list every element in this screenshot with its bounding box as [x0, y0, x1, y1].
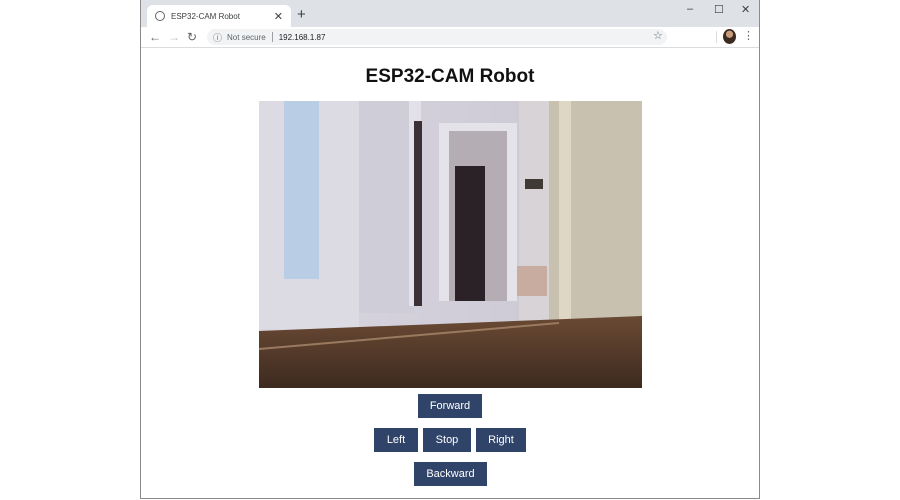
camera-stream: [259, 101, 642, 388]
page-title: ESP32-CAM Robot: [365, 66, 535, 87]
forward-icon[interactable]: →: [168, 29, 180, 45]
back-icon[interactable]: ←: [149, 29, 161, 45]
tab-close-icon[interactable]: ✕: [274, 10, 283, 23]
backward-button[interactable]: Backward: [414, 462, 487, 486]
browser-window: ESP32-CAM Robot ✕ + – ☐ ✕ ← → ↻ ⓘ Not se…: [140, 0, 760, 499]
reload-icon[interactable]: ↻: [187, 29, 197, 45]
maximize-button[interactable]: ☐: [714, 3, 724, 16]
browser-tab[interactable]: ESP32-CAM Robot ✕: [147, 5, 291, 27]
bookmark-star-icon[interactable]: ☆: [653, 29, 663, 42]
minimize-button[interactable]: –: [687, 3, 693, 15]
menu-icon[interactable]: ⋮: [743, 29, 754, 42]
url-text[interactable]: 192.168.1.87: [279, 33, 326, 42]
camera-image: [259, 101, 642, 388]
globe-icon: [155, 11, 165, 21]
toolbar-separator: [716, 31, 717, 43]
tab-title: ESP32-CAM Robot: [171, 11, 240, 21]
new-tab-button[interactable]: +: [297, 6, 306, 24]
browser-toolbar: ← → ↻ ⓘ Not secure 192.168.1.87: [141, 27, 759, 48]
security-label: Not secure: [227, 32, 266, 42]
address-bar[interactable]: ⓘ Not secure 192.168.1.87: [207, 29, 667, 45]
close-window-button[interactable]: ✕: [741, 3, 750, 16]
address-separator: [271, 32, 273, 42]
left-button[interactable]: Left: [374, 428, 418, 452]
profile-avatar[interactable]: [723, 29, 736, 44]
stop-button[interactable]: Stop: [423, 428, 471, 452]
tab-strip: ESP32-CAM Robot ✕ + – ☐ ✕: [141, 0, 759, 27]
right-button[interactable]: Right: [476, 428, 526, 452]
info-icon[interactable]: ⓘ: [213, 31, 222, 44]
forward-button[interactable]: Forward: [418, 394, 482, 418]
